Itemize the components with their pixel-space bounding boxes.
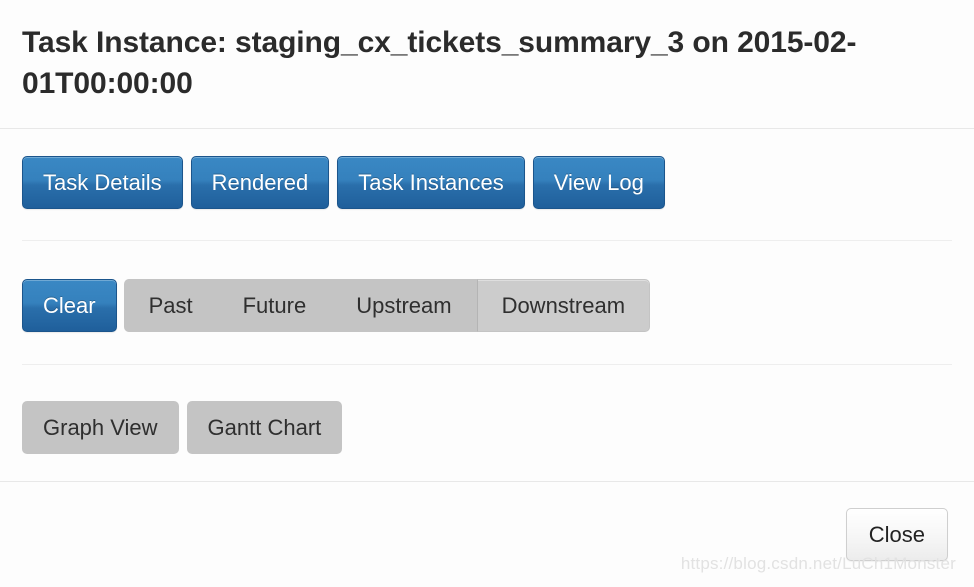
scope-downstream-button[interactable]: Downstream (477, 279, 650, 332)
task-instances-button[interactable]: Task Instances (337, 156, 525, 209)
gantt-chart-button[interactable]: Gantt Chart (187, 401, 343, 454)
task-instance-modal: Task Instance: staging_cx_tickets_summar… (0, 0, 974, 587)
clear-button[interactable]: Clear (22, 279, 117, 332)
scope-future-button[interactable]: Future (218, 279, 332, 332)
views-row: Graph View Gantt Chart (22, 365, 952, 454)
page-title: Task Instance: staging_cx_tickets_summar… (22, 22, 952, 104)
scope-upstream-button[interactable]: Upstream (331, 279, 476, 332)
clear-scope-row: Clear Past Future Upstream Downstream (22, 241, 952, 332)
rendered-button[interactable]: Rendered (191, 156, 330, 209)
task-details-button[interactable]: Task Details (22, 156, 183, 209)
graph-view-button[interactable]: Graph View (22, 401, 179, 454)
primary-actions-row: Task Details Rendered Task Instances Vie… (22, 129, 952, 209)
view-log-button[interactable]: View Log (533, 156, 665, 209)
scope-button-group: Past Future Upstream Downstream (124, 279, 650, 332)
modal-header: Task Instance: staging_cx_tickets_summar… (0, 0, 974, 129)
modal-body: Task Details Rendered Task Instances Vie… (0, 129, 974, 481)
modal-footer: Close (0, 481, 974, 587)
close-button[interactable]: Close (846, 508, 948, 561)
scope-past-button[interactable]: Past (124, 279, 218, 332)
